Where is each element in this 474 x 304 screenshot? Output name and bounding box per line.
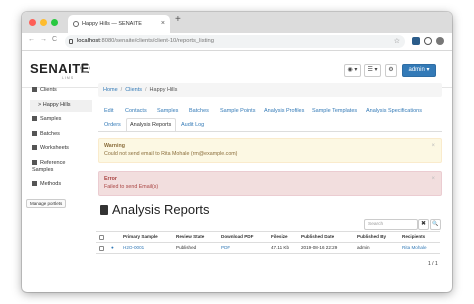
column-primary-sample[interactable]: Primary Sample [123, 234, 158, 239]
reference-samples-icon [32, 160, 37, 165]
close-tab-icon[interactable]: × [161, 15, 165, 33]
column-published-date[interactable]: Published Date [301, 234, 334, 239]
row-checkbox[interactable] [99, 246, 104, 251]
tab-analysis-profiles[interactable]: Analysis Profiles [264, 108, 304, 114]
tab-orders[interactable]: Orders [104, 122, 121, 128]
page-title: Analysis Reports [100, 202, 210, 217]
warning-text: Could not send email to Rita Mohale (rm@… [104, 151, 238, 157]
sidebar: Clients > Happy Hills Samples Batches Wo… [22, 77, 94, 280]
close-window-button[interactable] [29, 19, 36, 26]
sidebar-item-methods[interactable]: Methods [32, 181, 61, 187]
tab-sample-points[interactable]: Sample Points [220, 108, 255, 114]
clear-search-button[interactable]: ✖ [418, 219, 429, 230]
breadcrumb-separator: / [120, 87, 123, 93]
column-review-state[interactable]: Review State [176, 234, 204, 239]
tab-batches[interactable]: Batches [189, 108, 209, 114]
row-info-icon[interactable]: ● [111, 245, 114, 250]
warning-title: Warning [104, 143, 125, 149]
sidebar-item-batches[interactable]: Batches [32, 131, 60, 137]
page-title-text: Analysis Reports [112, 202, 210, 217]
tab-strip: Happy Hills — SENAITE × + [22, 12, 452, 33]
column-filesize[interactable]: Filesize [271, 234, 288, 239]
reload-button[interactable]: C [52, 36, 57, 43]
sidebar-item-clients[interactable]: Clients [32, 87, 57, 93]
manage-portlets-button[interactable]: Manage portlets [26, 199, 67, 208]
browser-tab[interactable]: Happy Hills — SENAITE × [68, 15, 170, 33]
tabs-divider [98, 131, 442, 132]
worksheets-icon [32, 145, 37, 150]
url-host: localhost [77, 38, 100, 44]
cell-download-pdf[interactable]: PDF [221, 245, 230, 250]
zoom-window-button[interactable] [51, 19, 58, 26]
sidebar-item-samples[interactable]: Samples [32, 116, 61, 122]
close-icon[interactable]: × [431, 143, 435, 149]
tab-sample-templates[interactable]: Sample Templates [312, 108, 357, 114]
search-button[interactable]: 🔍 [430, 219, 441, 230]
user-menu-button[interactable]: admin ▾ [402, 64, 436, 77]
breadcrumb-separator: / [145, 87, 147, 93]
column-recipients[interactable]: Recipients [402, 234, 425, 239]
globe-icon [73, 21, 79, 27]
browser-toolbar: ← → C localhost:8080/senaite/clients/cli… [22, 33, 452, 51]
breadcrumb-home[interactable]: Home [103, 87, 118, 93]
new-tab-button[interactable]: + [175, 14, 181, 25]
cell-published-date: 2019-08-16 22:29 [301, 245, 338, 250]
forward-button[interactable]: → [40, 36, 47, 43]
extension-icon[interactable] [424, 37, 432, 45]
column-download-pdf[interactable]: Download PDF [221, 234, 253, 239]
samples-icon [32, 116, 37, 121]
breadcrumb-clients[interactable]: Clients [125, 87, 142, 93]
tab-edit[interactable]: Edit [104, 108, 113, 114]
cell-recipients[interactable]: Rita Mohale [402, 245, 427, 250]
cell-published-by: admin [357, 245, 370, 250]
tab-audit-log[interactable]: Audit Log [181, 122, 204, 128]
language-menu-button[interactable]: ◉ ▾ [344, 64, 361, 77]
close-icon[interactable]: × [431, 176, 435, 182]
cell-primary-sample[interactable]: H2O-0001 [123, 245, 144, 250]
sidebar-item-happy-hills[interactable]: > Happy Hills [38, 102, 71, 108]
error-alert: Error Failed to send Email(s) × [98, 171, 442, 196]
clients-icon [32, 87, 37, 92]
batches-icon [32, 131, 37, 136]
breadcrumb-current: Happy Hills [149, 87, 178, 93]
tab-samples[interactable]: Samples [157, 108, 178, 114]
warning-alert: Warning Could not send email to Rita Moh… [98, 138, 442, 163]
sidebar-item-reference-samples-line2[interactable]: Samples [32, 167, 53, 173]
error-title: Error [104, 176, 117, 182]
table-header-top-line [96, 231, 440, 232]
extension-icon[interactable] [412, 37, 420, 45]
sidebar-item-worksheets[interactable]: Worksheets [32, 145, 69, 151]
tab-title: Happy Hills — SENAITE [82, 21, 142, 27]
sidebar-item-reference-samples[interactable]: Reference [32, 160, 65, 166]
minimize-window-button[interactable] [40, 19, 47, 26]
lock-icon [69, 39, 73, 44]
url-path: :8080/senaite/clients/client-10/reports_… [99, 38, 214, 44]
breadcrumb: Home / Clients / Happy Hills [98, 83, 442, 97]
cell-review-state: Published [176, 245, 197, 250]
table-header-bottom-line [96, 242, 440, 243]
apps-menu-button[interactable]: ☰ ▾ [364, 64, 381, 77]
back-button[interactable]: ← [28, 36, 35, 43]
select-all-checkbox[interactable] [99, 235, 104, 240]
bookmark-star-icon[interactable]: ☆ [394, 35, 400, 48]
tab-analysis-specifications[interactable]: Analysis Specifications [366, 108, 422, 114]
address-bar[interactable]: localhost:8080/senaite/clients/client-10… [65, 35, 405, 48]
error-text: Failed to send Email(s) [104, 184, 159, 190]
search-input[interactable]: Search [364, 219, 418, 230]
pagination-info: 1 / 1 [428, 261, 438, 267]
document-icon [100, 205, 108, 215]
tab-contacts[interactable]: Contacts [125, 108, 147, 114]
profile-avatar[interactable] [436, 37, 444, 45]
cell-filesize: 47.11 Kb [271, 245, 290, 250]
settings-gear-button[interactable]: ⚙ [385, 64, 397, 77]
table-row-bottom-line [96, 253, 440, 254]
tab-analysis-reports[interactable]: Analysis Reports [130, 122, 171, 128]
column-published-by[interactable]: Published By [357, 234, 386, 239]
methods-icon [32, 181, 37, 186]
